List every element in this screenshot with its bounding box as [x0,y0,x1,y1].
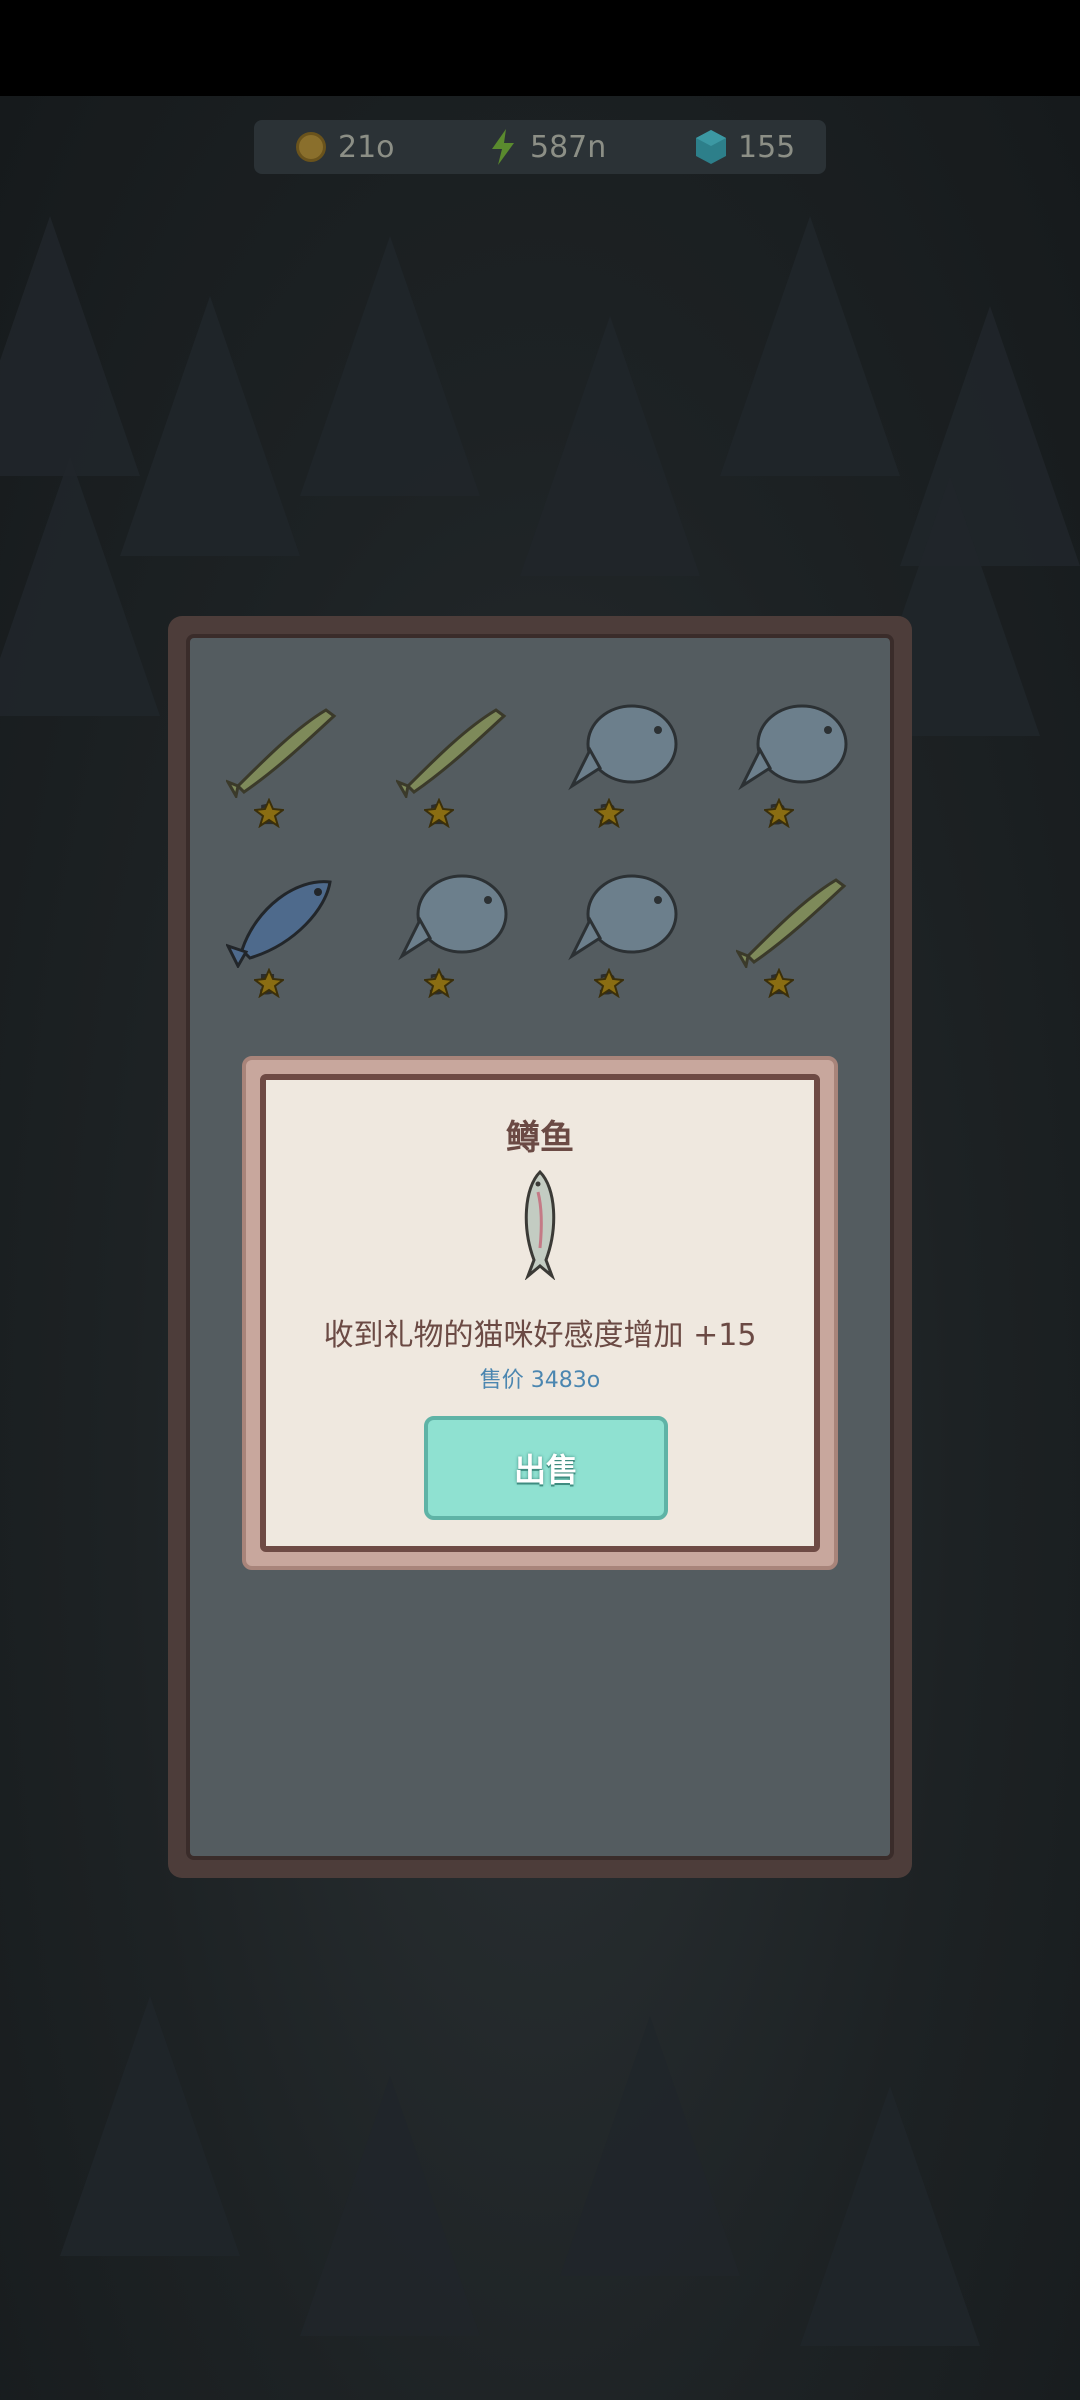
gem-counter: 155 [696,120,795,174]
star-icon [254,968,284,998]
sell-button[interactable]: 出售 [424,1416,668,1520]
gem-value: 155 [738,129,796,165]
currency-bar: 21o 587n 155 [254,120,826,174]
star-icon [594,798,624,828]
fish-slot[interactable]: 5 [226,868,346,1008]
star-icon [594,968,624,998]
dialog-description: 收到礼物的猫咪好感度增加 +15 [323,1318,757,1353]
sell-button-label: 出售 [513,1451,578,1489]
energy-value: 587n [530,129,607,165]
fish-detail-dialog: 鳟鱼 收到礼物的猫咪好感度增加 +15 售价 3483o 出售 [242,1056,838,1570]
dialog-card: 鳟鱼 收到礼物的猫咪好感度增加 +15 售价 3483o 出售 [260,1074,820,1552]
pike-icon [736,878,847,968]
fish-slot[interactable]: 3 [396,868,516,1008]
piranha-icon [568,704,678,791]
star-icon [764,968,794,998]
fish-slot[interactable]: 3 [736,698,856,838]
fish-slot[interactable]: 3 [566,868,686,1008]
fish-slot[interactable]: 1 [736,868,856,1008]
fish-slot[interactable]: 1 [226,698,346,838]
pike-icon [226,708,337,798]
pike-icon [396,708,507,798]
sell-price: 售价 3483o [479,1368,601,1393]
trout-icon [524,1169,556,1280]
fish-slot[interactable]: 1 [396,698,516,838]
gem-icon [696,130,726,164]
dialog-title: 鳟鱼 [506,1118,574,1158]
energy-counter: 587n [488,120,606,174]
fish-slot[interactable]: 3 [566,698,686,838]
status-bar [0,0,1080,96]
piranha-icon [738,704,848,791]
coin-icon [296,132,326,162]
coin-counter: 21o [296,120,395,174]
star-icon [424,968,454,998]
coin-value: 21o [338,129,395,165]
star-icon [254,798,284,828]
piranha-icon [568,874,678,961]
star-icon [424,798,454,828]
energy-bolt-icon [492,129,514,165]
piranha-icon [398,874,508,961]
tuna-icon [226,880,332,968]
star-icon [764,798,794,828]
